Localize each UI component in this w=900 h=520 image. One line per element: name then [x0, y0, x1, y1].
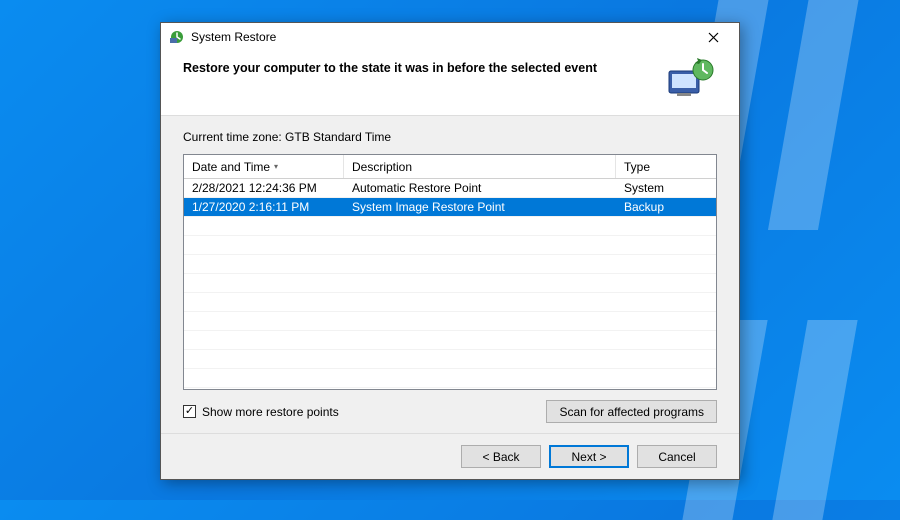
dialog-content: Current time zone: GTB Standard Time Dat…: [161, 116, 739, 433]
window-title: System Restore: [191, 30, 695, 44]
dialog-header: Restore your computer to the state it wa…: [161, 51, 739, 116]
restore-points-table: Date and Time ▾ Description Type 2/28/20…: [183, 154, 717, 390]
dialog-footer: < Back Next > Cancel: [161, 433, 739, 479]
column-header-description[interactable]: Description: [344, 155, 616, 178]
table-header: Date and Time ▾ Description Type: [184, 155, 716, 179]
checkbox-label: Show more restore points: [202, 405, 339, 419]
checkbox-box: ✓: [183, 405, 196, 418]
cell-date: 2/28/2021 12:24:36 PM: [184, 179, 344, 197]
table-controls: ✓ Show more restore points Scan for affe…: [183, 400, 717, 423]
sort-indicator-icon: ▾: [274, 162, 278, 171]
scan-affected-programs-button[interactable]: Scan for affected programs: [546, 400, 717, 423]
table-row-empty: [184, 350, 716, 369]
cell-description: System Image Restore Point: [344, 198, 616, 216]
close-button[interactable]: [695, 25, 731, 49]
column-header-label: Description: [352, 160, 412, 174]
table-row-empty: [184, 236, 716, 255]
table-row-empty: [184, 293, 716, 312]
cell-type: Backup: [616, 198, 716, 216]
next-button[interactable]: Next >: [549, 445, 629, 468]
table-row-empty: [184, 331, 716, 350]
column-header-type[interactable]: Type: [616, 155, 716, 178]
column-header-date[interactable]: Date and Time ▾: [184, 155, 344, 178]
table-row-empty: [184, 312, 716, 331]
table-row[interactable]: 1/27/2020 2:16:11 PMSystem Image Restore…: [184, 198, 716, 217]
table-row-empty: [184, 274, 716, 293]
system-restore-icon: [169, 29, 185, 45]
cell-date: 1/27/2020 2:16:11 PM: [184, 198, 344, 216]
timezone-label: Current time zone: GTB Standard Time: [183, 130, 717, 144]
table-row-empty: [184, 255, 716, 274]
titlebar: System Restore: [161, 23, 739, 51]
checkmark-icon: ✓: [185, 406, 194, 417]
table-row-empty: [184, 217, 716, 236]
page-heading: Restore your computer to the state it wa…: [183, 57, 665, 75]
column-header-label: Date and Time: [192, 160, 270, 174]
cell-description: Automatic Restore Point: [344, 179, 616, 197]
column-header-label: Type: [624, 160, 650, 174]
back-button[interactable]: < Back: [461, 445, 541, 468]
restore-art-icon: [665, 57, 717, 101]
system-restore-dialog: System Restore Restore your computer to …: [160, 22, 740, 480]
cancel-button[interactable]: Cancel: [637, 445, 717, 468]
table-body: 2/28/2021 12:24:36 PMAutomatic Restore P…: [184, 179, 716, 389]
table-row-empty: [184, 369, 716, 388]
cell-type: System: [616, 179, 716, 197]
show-more-restore-points-checkbox[interactable]: ✓ Show more restore points: [183, 405, 339, 419]
table-row[interactable]: 2/28/2021 12:24:36 PMAutomatic Restore P…: [184, 179, 716, 198]
